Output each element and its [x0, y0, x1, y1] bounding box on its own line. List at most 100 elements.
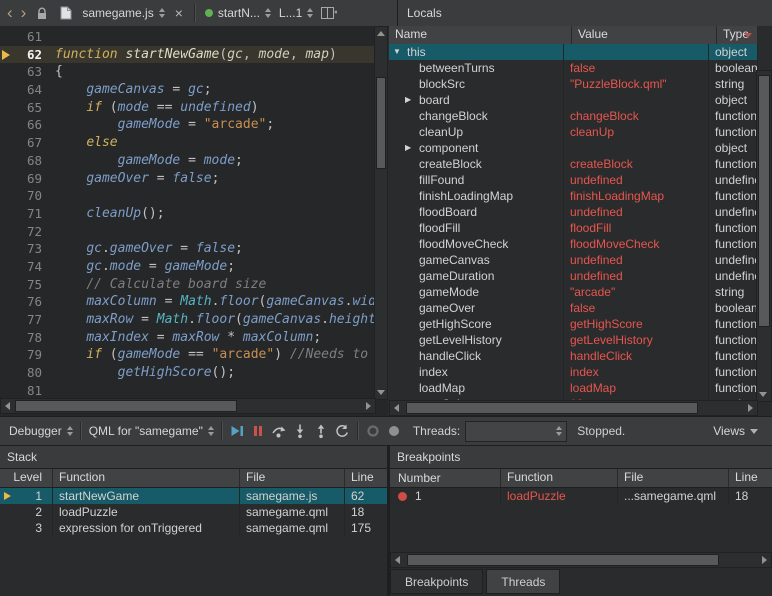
- locals-row[interactable]: gameMode"arcade"string: [389, 284, 758, 300]
- stack-frame-row[interactable]: 1startNewGamesamegame.js62: [0, 488, 387, 504]
- locals-row[interactable]: ▼thisobject: [389, 44, 758, 60]
- breakpoint-row[interactable]: 1loadPuzzle...samegame.qml18: [390, 488, 772, 504]
- stack-table-header[interactable]: Level Function File Line Address: [0, 469, 387, 488]
- scroll-down-icon[interactable]: [759, 392, 767, 397]
- breakpoint-margin[interactable]: [0, 240, 14, 258]
- threads-dropdown[interactable]: [465, 421, 567, 442]
- breakpoint-margin[interactable]: [0, 134, 14, 152]
- breakpoints-header-file[interactable]: File: [618, 469, 729, 487]
- locals-row[interactable]: createBlockcreateBlockfunction: [389, 156, 758, 172]
- locals-row[interactable]: floodFillfloodFillfunction: [389, 220, 758, 236]
- scrollbar-thumb[interactable]: [376, 77, 386, 169]
- scrollbar-thumb[interactable]: [407, 554, 719, 566]
- expander-icon[interactable]: ▶: [405, 140, 419, 156]
- locals-row[interactable]: changeBlockchangeBlockfunction: [389, 108, 758, 124]
- breakpoint-margin[interactable]: [0, 223, 14, 241]
- code-line[interactable]: 65 if (mode == undefined): [0, 99, 376, 117]
- scroll-down-icon[interactable]: [377, 390, 385, 395]
- scroll-left-icon[interactable]: [394, 404, 399, 412]
- breakpoint-margin[interactable]: [0, 116, 14, 134]
- step-out-button[interactable]: [311, 421, 332, 442]
- locals-row[interactable]: indexindexfunction: [389, 364, 758, 380]
- locals-row[interactable]: fillFoundundefinedundefined: [389, 172, 758, 188]
- locals-row[interactable]: getHighScoregetHighScorefunction: [389, 316, 758, 332]
- symbol-dropdown[interactable]: startN...: [202, 3, 274, 23]
- code-line[interactable]: 68 gameMode = mode;: [0, 152, 376, 170]
- breakpoints-table[interactable]: 1loadPuzzle...samegame.qml18: [390, 488, 772, 504]
- breakpoints-header-line[interactable]: Line: [729, 469, 772, 487]
- locals-row[interactable]: gameCanvasundefinedundefined: [389, 252, 758, 268]
- code-line[interactable]: 71 cleanUp();: [0, 205, 376, 223]
- code-line[interactable]: 61: [0, 28, 376, 46]
- forward-button[interactable]: ›: [18, 1, 30, 25]
- tab-threads[interactable]: Threads: [486, 569, 560, 594]
- step-over-button[interactable]: [269, 421, 290, 442]
- breakpoint-margin[interactable]: [0, 81, 14, 99]
- editor-vertical-scrollbar[interactable]: [374, 26, 388, 400]
- breakpoints-header-number[interactable]: Number: [390, 469, 501, 487]
- scrollbar-thumb[interactable]: [15, 400, 237, 412]
- breakpoint-margin[interactable]: [0, 170, 14, 188]
- locals-row[interactable]: gameDurationundefinedundefined: [389, 268, 758, 284]
- locals-row[interactable]: cleanUpcleanUpfunction: [389, 124, 758, 140]
- locals-vertical-scrollbar[interactable]: [756, 70, 772, 402]
- code-line[interactable]: 76 maxColumn = Math.floor(gameCanvas.wid…: [0, 293, 376, 311]
- debugger-dropdown[interactable]: Debugger: [6, 421, 76, 441]
- continue-button[interactable]: [227, 421, 248, 442]
- locals-horizontal-scrollbar[interactable]: [389, 400, 758, 416]
- locals-table-header[interactable]: Name Value Type: [389, 26, 758, 45]
- locals-header-name[interactable]: Name: [389, 26, 572, 44]
- scrollbar-thumb[interactable]: [406, 402, 698, 414]
- stack-frame-row[interactable]: 2loadPuzzlesamegame.qml18: [0, 504, 387, 520]
- locals-row[interactable]: finishLoadingMapfinishLoadingMapfunction: [389, 188, 758, 204]
- breakpoint-margin[interactable]: [0, 276, 14, 294]
- code-line[interactable]: 79 if (gameMode == "arcade") //Needs to: [0, 346, 376, 364]
- breakpoints-header-function[interactable]: Function: [501, 469, 618, 487]
- locals-row[interactable]: handleClickhandleClickfunction: [389, 348, 758, 364]
- code-area[interactable]: 6162function startNewGame(gc, mode, map)…: [0, 28, 376, 400]
- breakpoint-margin[interactable]: [0, 187, 14, 205]
- code-line[interactable]: 62function startNewGame(gc, mode, map): [0, 46, 376, 64]
- code-line[interactable]: 77 maxRow = Math.floor(gameCanvas.height: [0, 311, 376, 329]
- split-editor-button[interactable]: [320, 3, 338, 23]
- locals-header-value[interactable]: Value: [572, 26, 717, 44]
- locals-row[interactable]: betweenTurnsfalseboolean: [389, 60, 758, 76]
- code-line[interactable]: 75 // Calculate board size: [0, 276, 376, 294]
- code-line[interactable]: 64 gameCanvas = gc;: [0, 81, 376, 99]
- breakpoint-margin[interactable]: [0, 346, 14, 364]
- code-line[interactable]: 73 gc.gameOver = false;: [0, 240, 376, 258]
- interrupt-button[interactable]: [248, 421, 269, 442]
- breakpoint-margin[interactable]: [0, 382, 14, 400]
- code-line[interactable]: 66 gameMode = "arcade";: [0, 116, 376, 134]
- code-line[interactable]: 80 getHighScore();: [0, 364, 376, 382]
- code-line[interactable]: 74 gc.mode = gameMode;: [0, 258, 376, 276]
- scrollbar-thumb[interactable]: [758, 75, 770, 327]
- breakpoint-margin[interactable]: [0, 311, 14, 329]
- breakpoint-margin[interactable]: [0, 293, 14, 311]
- stack-header-file[interactable]: File: [240, 469, 345, 487]
- code-line[interactable]: 69 gameOver = false;: [0, 170, 376, 188]
- locals-row[interactable]: gameOverfalseboolean: [389, 300, 758, 316]
- debug-engine-dropdown[interactable]: QML for "samegame": [86, 421, 217, 441]
- stack-header-function[interactable]: Function: [53, 469, 240, 487]
- line-dropdown[interactable]: L...1: [276, 3, 316, 23]
- code-line[interactable]: 72: [0, 223, 376, 241]
- locals-row[interactable]: ▶boardobject: [389, 92, 758, 108]
- breakpoint-margin[interactable]: [0, 46, 14, 64]
- step-into-button[interactable]: [290, 421, 311, 442]
- breakpoint-margin[interactable]: [0, 63, 14, 81]
- scroll-right-icon[interactable]: [748, 404, 753, 412]
- locals-row[interactable]: blockSrc"PuzzleBlock.qml"string: [389, 76, 758, 92]
- scroll-left-icon[interactable]: [395, 556, 400, 564]
- locals-row[interactable]: getLevelHistorygetLevelHistoryfunction: [389, 332, 758, 348]
- tab-breakpoints[interactable]: Breakpoints: [390, 569, 483, 594]
- locals-row[interactable]: floodMoveCheckfloodMoveCheckfunction: [389, 236, 758, 252]
- stack-frame-row[interactable]: 3expression for onTriggeredsamegame.qml1…: [0, 520, 387, 536]
- breakpoint-margin[interactable]: [0, 329, 14, 347]
- close-file-button[interactable]: ×: [170, 5, 188, 21]
- code-line[interactable]: 63{: [0, 63, 376, 81]
- scroll-right-icon[interactable]: [366, 402, 371, 410]
- circle-outline-button[interactable]: [363, 421, 384, 442]
- views-menu-button[interactable]: Views: [713, 424, 766, 438]
- locals-table[interactable]: ▼thisobjectbetweenTurnsfalsebooleanblock…: [389, 44, 758, 402]
